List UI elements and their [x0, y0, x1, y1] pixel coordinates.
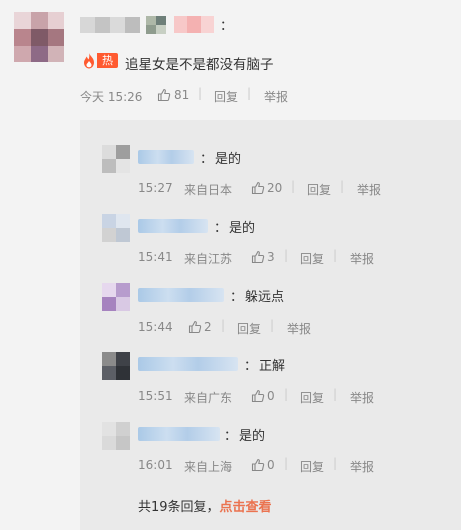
reply-text: 正解: [259, 359, 286, 374]
reply-username[interactable]: [138, 288, 224, 302]
reply-like-count: 20: [267, 181, 283, 195]
reply-source: 来自日本: [184, 183, 233, 197]
reply-text: 是的: [229, 221, 256, 236]
like-icon[interactable]: [251, 181, 265, 195]
reply-divider: |: [221, 318, 226, 332]
reply-button[interactable]: 回复: [214, 88, 238, 105]
comment-divider: |: [198, 86, 203, 100]
reply-divider: |: [284, 248, 289, 262]
hot-label: 热: [97, 53, 118, 68]
reply-avatar[interactable]: [102, 214, 130, 242]
reply-report-button[interactable]: 举报: [357, 181, 381, 198]
reply-colon: ：: [200, 152, 214, 167]
like-icon[interactable]: [188, 320, 202, 334]
reply-colon: ：: [244, 359, 258, 374]
like-icon[interactable]: [251, 389, 265, 403]
reply-colon: ：: [214, 221, 228, 236]
reply-divider: |: [284, 456, 289, 470]
like-icon[interactable]: [157, 88, 171, 102]
reply-colon: ：: [224, 429, 238, 444]
reply-source: 来自上海: [184, 460, 233, 474]
reply-reply-button[interactable]: 回复: [237, 320, 261, 337]
report-button[interactable]: 举报: [264, 88, 288, 105]
reply-avatar[interactable]: [102, 145, 130, 173]
reply-divider: |: [270, 318, 275, 332]
reply-like-count: 3: [267, 250, 275, 264]
reply-reply-button[interactable]: 回复: [300, 458, 324, 475]
reply-text: 躲远点: [245, 290, 285, 305]
reply-time: 15:51: [138, 389, 173, 403]
reply-time: 16:01: [138, 458, 173, 472]
reply-username[interactable]: [138, 357, 238, 371]
reply-divider: |: [291, 179, 296, 193]
comment-divider: |: [247, 86, 252, 100]
comment-text: 追星女是不是都没有脑子: [125, 57, 274, 73]
user-badge-icon: [146, 16, 166, 34]
reply-colon: ：: [230, 290, 244, 305]
reply-divider: |: [340, 179, 345, 193]
reply-report-button[interactable]: 举报: [287, 320, 311, 337]
reply-time: 15:44: [138, 320, 173, 334]
reply-report-button[interactable]: 举报: [350, 458, 374, 475]
reply-like-count: 2: [204, 320, 212, 334]
hot-comment-badge: 热: [80, 52, 118, 69]
reply-reply-button[interactable]: 回复: [300, 389, 324, 406]
reply-like-count: 0: [267, 458, 275, 472]
reply-reply-button[interactable]: 回复: [307, 181, 331, 198]
reply-avatar[interactable]: [102, 283, 130, 311]
replies-footer: 共19条回复，点击查看: [138, 496, 272, 515]
reply-username[interactable]: [138, 150, 194, 164]
reply-time: 15:27: [138, 181, 173, 195]
reply-report-button[interactable]: 举报: [350, 389, 374, 406]
comment-avatar[interactable]: [14, 12, 64, 62]
reply-username[interactable]: [138, 427, 220, 441]
reply-avatar[interactable]: [102, 352, 130, 380]
reply-reply-button[interactable]: 回复: [300, 250, 324, 267]
reply-text: 是的: [215, 152, 242, 167]
view-replies-link[interactable]: 点击查看: [220, 500, 272, 515]
reply-like-count: 0: [267, 389, 275, 403]
name-separator: ：: [220, 19, 234, 34]
reply-count-text: 共19条回复，: [138, 500, 220, 515]
reply-divider: |: [333, 456, 338, 470]
commenter-name[interactable]: [80, 17, 140, 33]
reply-report-button[interactable]: 举报: [350, 250, 374, 267]
reply-username[interactable]: [138, 219, 208, 233]
like-count: 81: [174, 88, 190, 102]
comment-time: 今天 15:26: [80, 90, 143, 104]
flame-icon: [84, 53, 94, 69]
reply-time: 15:41: [138, 250, 173, 264]
reply-divider: |: [284, 387, 289, 401]
reply-text: 是的: [239, 429, 266, 444]
like-icon[interactable]: [251, 458, 265, 472]
reply-divider: |: [333, 387, 338, 401]
reply-source: 来自江苏: [184, 252, 233, 266]
like-icon[interactable]: [251, 250, 265, 264]
reply-source: 来自广东: [184, 391, 233, 405]
reply-avatar[interactable]: [102, 422, 130, 450]
user-tag: [174, 16, 214, 33]
reply-divider: |: [333, 248, 338, 262]
